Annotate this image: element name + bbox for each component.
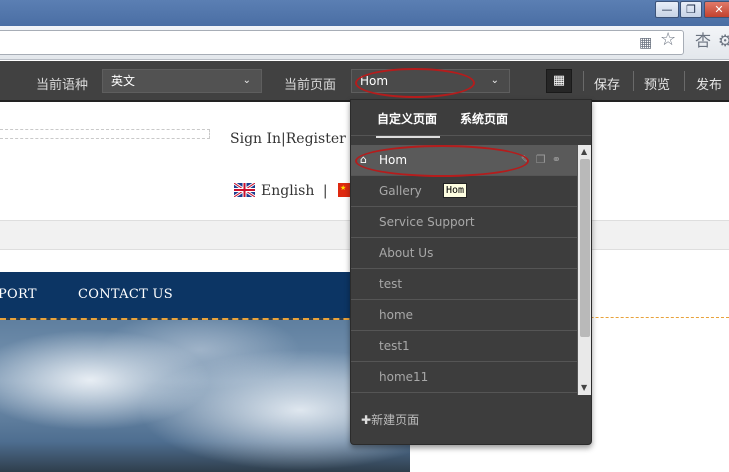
window-titlebar: — ❐ ✕ <box>0 0 729 26</box>
browser-address-row: ▦ ☆ 杏 ⚙ <box>0 26 729 60</box>
scroll-up-icon[interactable]: ▲ <box>581 147 587 156</box>
sign-in-link[interactable]: Sign In <box>230 131 281 147</box>
scrollbar-thumb[interactable] <box>580 159 590 337</box>
english-link[interactable]: English <box>261 183 314 199</box>
list-item[interactable]: home11 <box>351 362 577 393</box>
page-label: 当前页面 <box>284 78 337 93</box>
annotation-circle <box>355 145 529 177</box>
translate-icon[interactable]: ▦ <box>639 35 652 51</box>
placeholder-region <box>0 129 210 139</box>
page-name: home <box>379 308 414 322</box>
new-page-button[interactable]: ✚新建页面 <box>361 411 419 428</box>
copy-icon[interactable]: ❐ <box>536 153 552 166</box>
scroll-down-icon[interactable]: ▼ <box>581 383 587 392</box>
toolbar-divider <box>583 71 584 91</box>
annotation-circle <box>355 68 475 98</box>
minimize-icon[interactable]: — <box>655 1 679 18</box>
language-switcher: English | ★ <box>234 183 359 199</box>
page-tooltip: Hom <box>443 183 468 198</box>
extension-icon[interactable]: 杏 <box>695 33 711 49</box>
page-name: home11 <box>379 370 429 384</box>
wrench-icon[interactable]: ⚙ <box>718 33 729 49</box>
tab-system-pages[interactable]: 系统页面 <box>460 110 508 127</box>
language-separator: | <box>322 183 328 199</box>
page-list-scrollbar[interactable]: ▲ ▼ <box>577 145 591 395</box>
list-item[interactable]: test1 <box>351 331 577 362</box>
language-label: 当前语种 <box>36 78 89 93</box>
register-link[interactable]: Register <box>286 131 346 147</box>
tab-custom-pages[interactable]: 自定义页面 <box>376 110 441 138</box>
close-icon[interactable]: ✕ <box>704 1 729 18</box>
page-name: test1 <box>379 339 410 353</box>
address-bar[interactable] <box>0 30 684 55</box>
list-item[interactable]: test <box>351 269 577 300</box>
list-item[interactable]: home <box>351 300 577 331</box>
chevron-down-icon: ⌄ <box>242 75 251 86</box>
page-name: Service Support <box>379 215 475 229</box>
nav-contact-us[interactable]: CONTACT US <box>78 287 173 302</box>
toolbar-divider <box>684 71 685 91</box>
svg-text:★: ★ <box>340 184 346 192</box>
plus-icon: ✚ <box>361 413 372 427</box>
auth-links: Sign In|Register <box>230 131 346 147</box>
list-item[interactable]: About Us <box>351 238 577 269</box>
list-item[interactable]: Service Support <box>351 207 577 238</box>
preview-button[interactable]: 预览 <box>644 74 670 93</box>
grid-toggle-icon[interactable]: ▦ <box>546 69 572 93</box>
page-name: Gallery <box>379 184 422 198</box>
publish-button[interactable]: 发布 <box>696 74 722 93</box>
language-select[interactable]: 英文 ⌄ <box>102 69 262 93</box>
link-icon[interactable]: ⚭ <box>552 153 567 166</box>
page-name: test <box>379 277 403 291</box>
toolbar-divider <box>633 71 634 91</box>
site-navigation: PORT CONTACT US <box>0 272 410 318</box>
restore-icon[interactable]: ❐ <box>680 1 702 18</box>
save-button[interactable]: 保存 <box>594 74 620 93</box>
hero-banner-image <box>0 318 410 472</box>
uk-flag-icon[interactable] <box>234 183 255 197</box>
page-name: About Us <box>379 246 434 260</box>
chevron-down-icon: ⌄ <box>490 75 499 86</box>
page-type-tabs: 自定义页面 系统页面 <box>351 100 591 138</box>
new-page-label: 新建页面 <box>371 413 420 427</box>
language-select-value: 英文 <box>111 74 136 88</box>
bookmark-star-icon[interactable]: ☆ <box>660 31 676 49</box>
nav-support[interactable]: PORT <box>0 287 37 302</box>
